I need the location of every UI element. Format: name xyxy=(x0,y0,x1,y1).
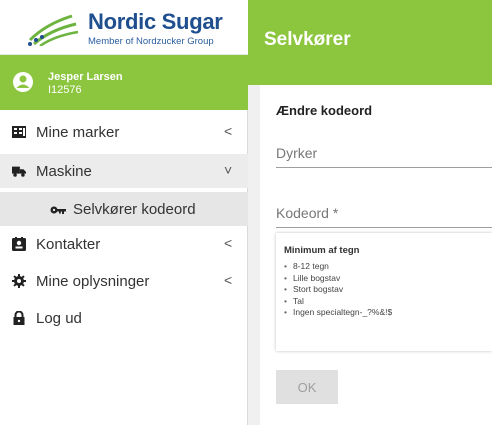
rule-item: Ingen specialtegn-_?%&!$ xyxy=(284,307,392,319)
chevron-left-icon: < xyxy=(224,272,233,288)
lock-icon xyxy=(13,311,25,325)
user-account-icon xyxy=(13,72,33,92)
chevron-left-icon: < xyxy=(224,235,233,251)
sidebar-item-label: Selvkører kodeord xyxy=(73,201,196,218)
page-title: Selvkører xyxy=(264,29,351,50)
logo[interactable]: Nordic Sugar Member of Nordzucker Group xyxy=(0,0,248,55)
user-name: Jesper Larsen xyxy=(48,71,123,83)
truck-icon xyxy=(12,166,26,177)
user-id: I12576 xyxy=(48,84,82,96)
sidebar-item-label: Mine marker xyxy=(36,124,120,141)
key-icon xyxy=(50,206,66,214)
nordic-sugar-logo-icon xyxy=(28,14,79,46)
content-area: Ændre kodeord Dyrker Kodeord * Minimum a… xyxy=(248,85,492,425)
sidebar-item-mine-oplysninger[interactable]: Mine oplysninger < xyxy=(0,264,248,298)
dyrker-field[interactable]: Dyrker xyxy=(276,143,492,168)
rule-item: Lille bogstav xyxy=(284,273,392,285)
contact-card-icon xyxy=(12,237,26,251)
dyrker-placeholder: Dyrker xyxy=(276,145,318,161)
card-heading: Ændre kodeord xyxy=(276,103,373,118)
sidebar-item-label: Kontakter xyxy=(36,236,101,253)
sidebar-item-label: Maskine xyxy=(36,163,92,180)
sidebar-item-label: Mine oplysninger xyxy=(36,273,150,290)
sidebar-item-label: Log ud xyxy=(36,310,82,327)
chevron-down-icon: ˅ xyxy=(224,162,233,178)
brand-name: Nordic Sugar xyxy=(88,9,223,34)
rule-item: 8-12 tegn xyxy=(284,261,392,273)
rule-item: Stort bogstav xyxy=(284,284,392,296)
change-password-card: Ændre kodeord Dyrker Kodeord * Minimum a… xyxy=(260,85,492,425)
user-panel: Jesper Larsen I12576 xyxy=(0,55,248,110)
sidebar-item-log-ud[interactable]: Log ud xyxy=(0,301,248,335)
sidebar-item-kontakter[interactable]: Kontakter < xyxy=(0,227,248,261)
gear-icon xyxy=(12,274,26,288)
brand-tagline: Member of Nordzucker Group xyxy=(88,36,214,47)
ok-button[interactable]: OK xyxy=(276,370,338,404)
sidebar: Nordic Sugar Member of Nordzucker Group … xyxy=(0,0,248,425)
password-rules-box: Minimum af tegn 8-12 tegn Lille bogstav … xyxy=(276,233,492,351)
sidebar-item-maskine[interactable]: Maskine ˅ xyxy=(0,154,248,188)
sidebar-item-selvkorer-kodeord[interactable]: Selvkører kodeord xyxy=(0,192,248,226)
rules-list: 8-12 tegn Lille bogstav Stort bogstav Ta… xyxy=(284,261,392,319)
kodeord-placeholder: Kodeord * xyxy=(276,205,339,221)
map-grid-icon xyxy=(12,126,26,138)
kodeord-field[interactable]: Kodeord * xyxy=(276,203,492,228)
sidebar-item-mine-marker[interactable]: Mine marker < xyxy=(0,115,248,149)
chevron-left-icon: < xyxy=(224,123,233,139)
rule-item: Tal xyxy=(284,296,392,308)
page-header: Selvkører xyxy=(248,0,492,85)
rules-title: Minimum af tegn xyxy=(284,245,360,256)
